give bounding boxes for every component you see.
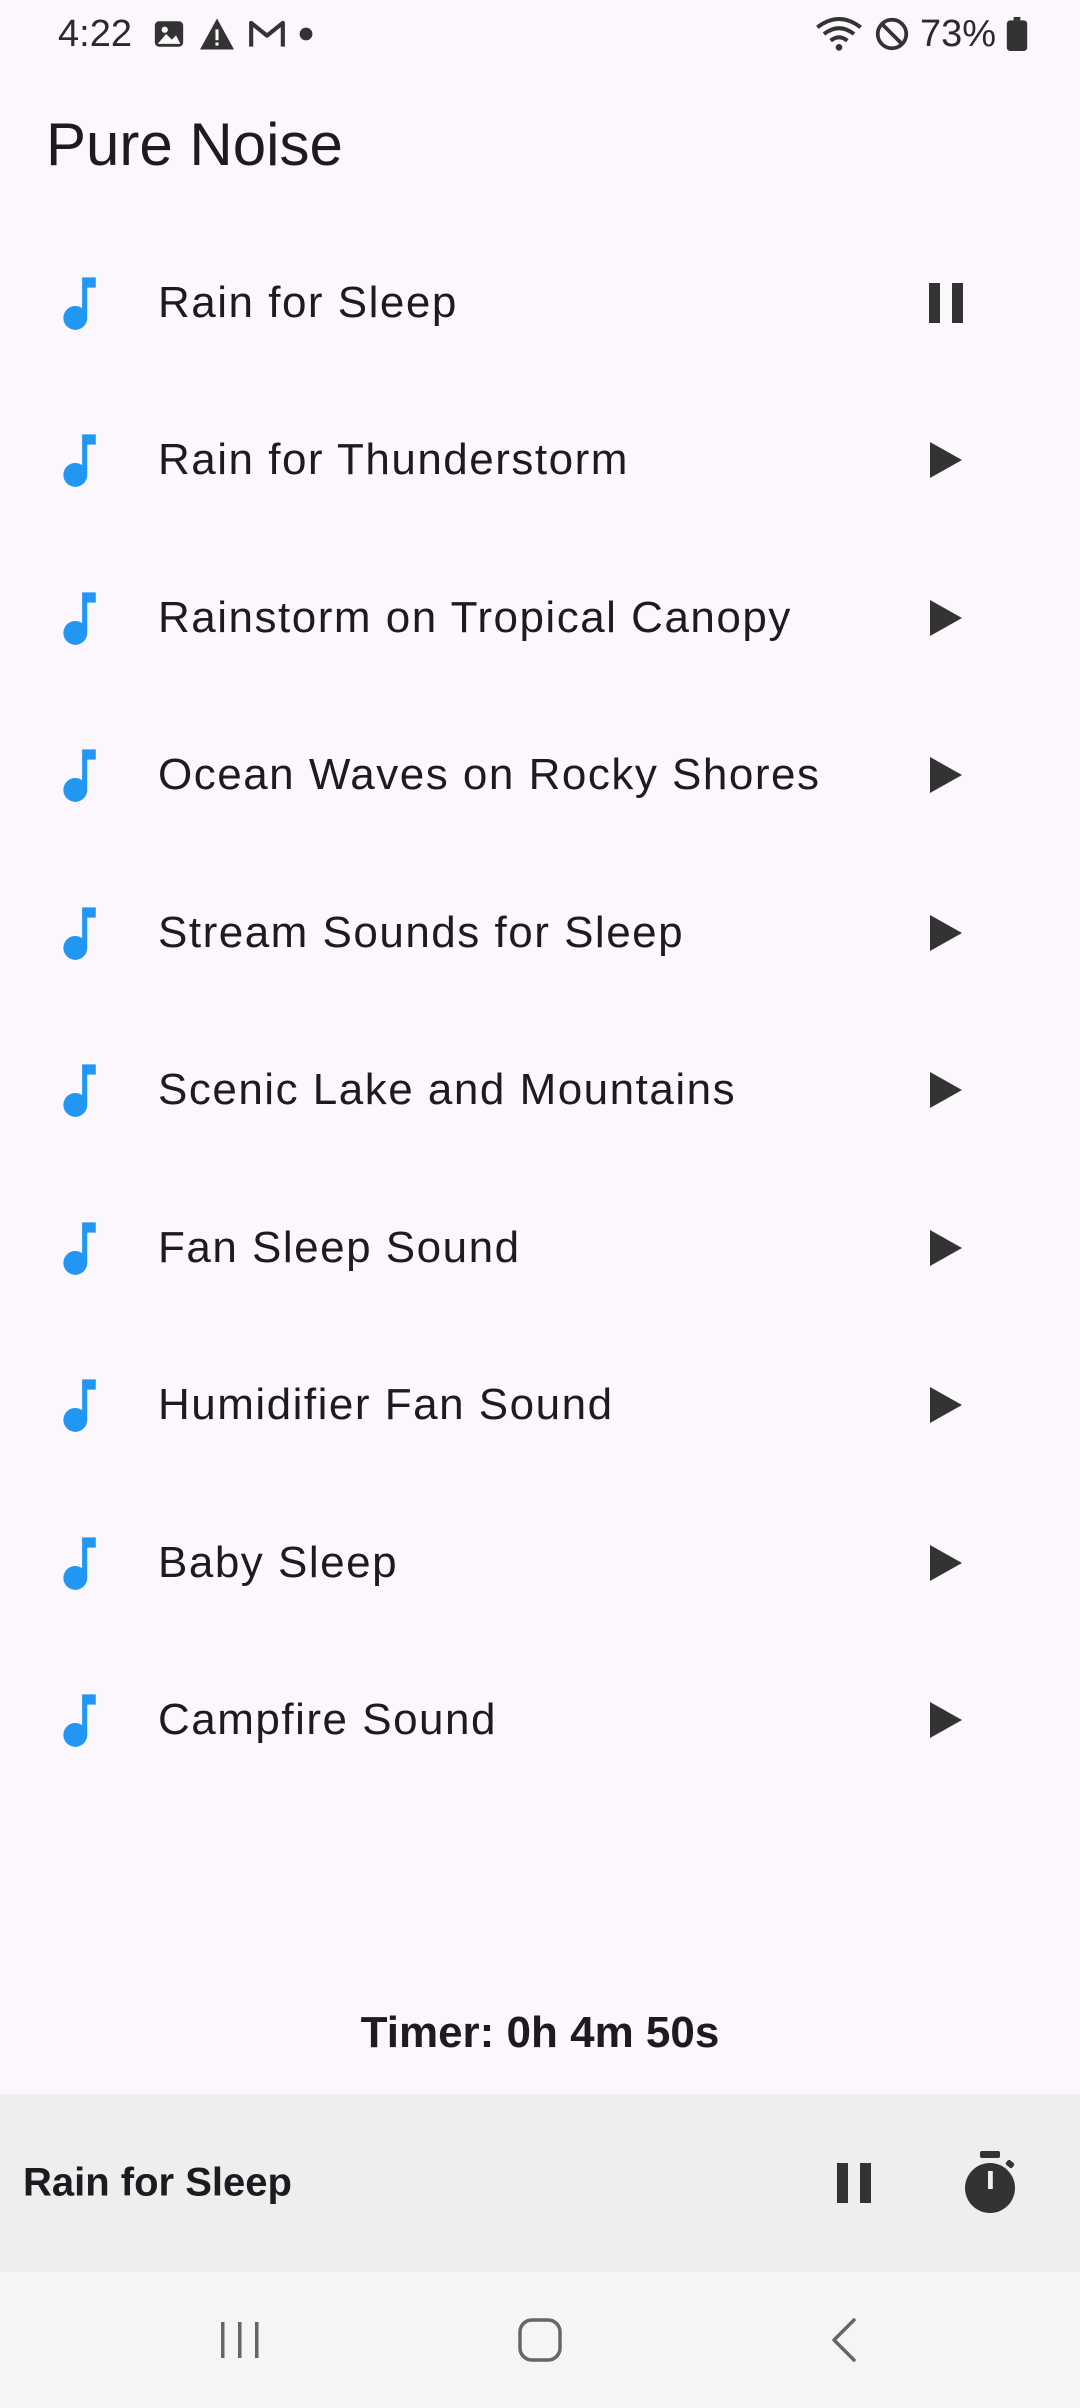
list-item[interactable]: Campfire Sound — [0, 1642, 1080, 1800]
track-label: Rain for Sleep — [158, 277, 458, 327]
list-item[interactable]: Humidifier Fan Sound — [0, 1327, 1080, 1485]
play-button[interactable] — [910, 582, 982, 654]
play-icon — [930, 442, 962, 479]
recent-apps-icon — [221, 2322, 259, 2358]
play-icon — [930, 599, 962, 636]
play-icon — [930, 757, 962, 794]
music-note-icon — [63, 1064, 96, 1118]
track-label: Rain for Thunderstorm — [158, 435, 629, 485]
music-note-icon — [63, 907, 96, 960]
sleep-timer-button[interactable] — [952, 2145, 1028, 2221]
back-icon — [832, 2318, 856, 2362]
music-note-icon — [63, 749, 96, 803]
list-item[interactable]: Rainstorm on Tropical Canopy — [0, 539, 1080, 697]
track-list: Rain for Sleep Rain for Thunderstorm Rai… — [0, 224, 1080, 1799]
list-item[interactable]: Ocean Waves on Rocky Shores — [0, 697, 1080, 855]
back-button[interactable] — [799, 2295, 889, 2385]
track-label: Ocean Waves on Rocky Shores — [158, 750, 821, 800]
home-icon — [518, 2318, 562, 2362]
music-note-icon — [63, 277, 96, 330]
list-item[interactable]: Rain for Sleep — [0, 224, 1080, 382]
track-label: Stream Sounds for Sleep — [158, 907, 685, 957]
list-item[interactable]: Stream Sounds for Sleep — [0, 854, 1080, 1012]
list-item[interactable]: Fan Sleep Sound — [0, 1169, 1080, 1327]
track-label: Fan Sleep Sound — [158, 1222, 521, 1272]
battery-percent: 73% — [919, 12, 996, 55]
system-nav-bar — [0, 2272, 1080, 2408]
status-time: 4:22 — [58, 13, 132, 55]
status-bar: 4:22 73% — [0, 0, 1080, 70]
list-item[interactable]: Scenic Lake and Mountains — [0, 1012, 1080, 1170]
pause-icon — [929, 282, 963, 323]
image-icon — [154, 21, 184, 47]
pause-icon — [837, 2163, 871, 2203]
gmail-icon — [249, 20, 285, 47]
play-icon — [930, 1544, 962, 1581]
track-label: Humidifier Fan Sound — [158, 1380, 614, 1430]
home-button[interactable] — [495, 2295, 585, 2385]
page-title: Pure Noise — [46, 111, 343, 178]
dot-icon — [299, 27, 313, 41]
list-item[interactable]: Baby Sleep — [0, 1484, 1080, 1642]
wifi-icon — [816, 17, 862, 51]
play-button[interactable] — [910, 1369, 982, 1441]
track-label: Campfire Sound — [158, 1695, 497, 1745]
now-playing-pause-button[interactable] — [818, 2147, 890, 2219]
recent-apps-button[interactable] — [195, 2295, 285, 2385]
play-icon — [930, 1072, 962, 1109]
play-button[interactable] — [910, 739, 982, 811]
play-icon — [930, 914, 962, 951]
track-label: Scenic Lake and Mountains — [158, 1065, 737, 1115]
track-label: Baby Sleep — [158, 1537, 399, 1587]
battery-icon — [1006, 17, 1028, 51]
play-button[interactable] — [910, 1527, 982, 1599]
track-label: Rainstorm on Tropical Canopy — [158, 592, 792, 642]
play-button[interactable] — [910, 1684, 982, 1756]
play-button[interactable] — [910, 897, 982, 969]
pause-button[interactable] — [910, 267, 982, 339]
play-icon — [930, 1229, 962, 1266]
music-note-icon — [63, 592, 96, 645]
list-item[interactable]: Rain for Thunderstorm — [0, 382, 1080, 540]
now-playing-bar: Rain for Sleep — [0, 2094, 1080, 2272]
system-icons: 73% — [814, 12, 1028, 56]
play-button[interactable] — [910, 1212, 982, 1284]
music-note-icon — [63, 1694, 96, 1748]
play-icon — [930, 1387, 962, 1424]
stopwatch-icon — [965, 2151, 1015, 2213]
timer-countdown: Timer: 0h 4m 50s — [360, 2008, 720, 2057]
music-note-icon — [63, 1537, 96, 1590]
play-icon — [930, 1702, 962, 1739]
music-note-icon — [63, 1222, 96, 1275]
warning-icon — [200, 18, 234, 50]
music-note-icon — [63, 1379, 96, 1433]
now-playing-title: Rain for Sleep — [23, 2160, 292, 2205]
play-button[interactable] — [910, 424, 982, 496]
do-not-disturb-icon — [875, 17, 909, 51]
play-button[interactable] — [910, 1054, 982, 1126]
notification-icons — [152, 14, 314, 54]
music-note-icon — [63, 434, 96, 488]
